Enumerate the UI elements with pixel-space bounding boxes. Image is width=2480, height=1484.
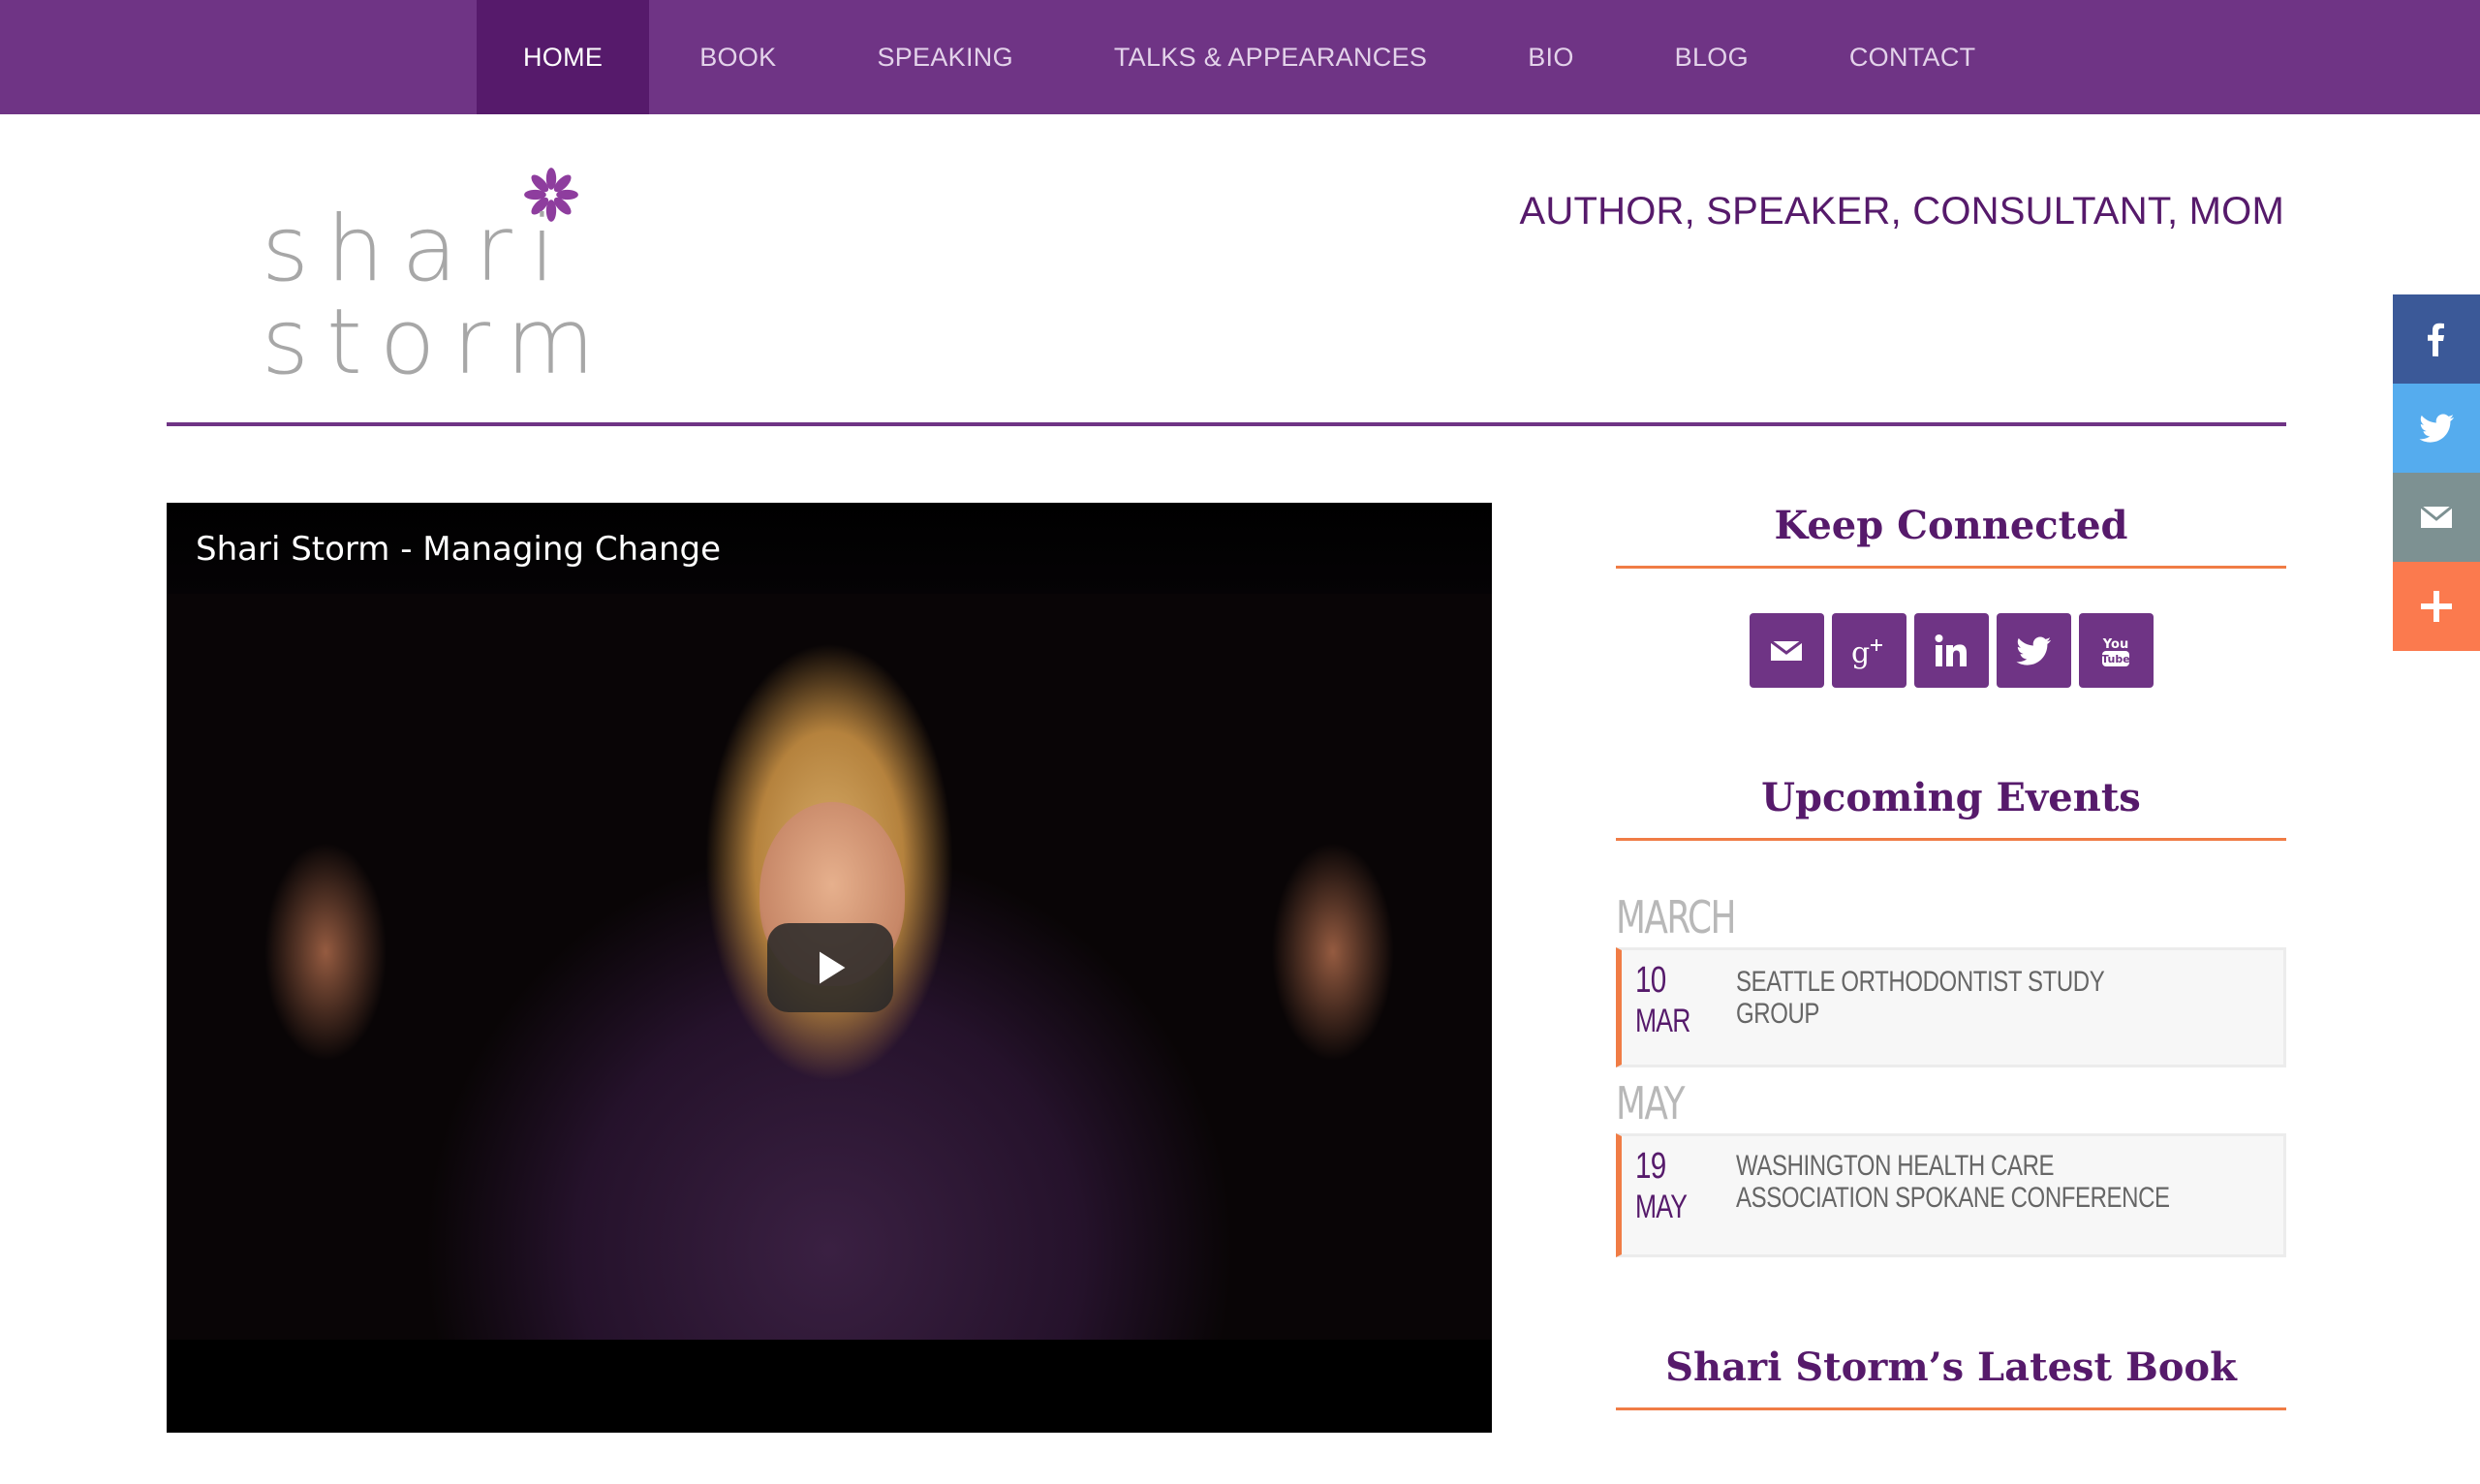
social-links: g You Tube	[1616, 613, 2286, 688]
video-player[interactable]: Shari Storm - Managing Change	[167, 503, 1492, 1433]
event-title[interactable]: SEATTLE ORTHODONTIST STUDY GROUP	[1736, 966, 2170, 1030]
event-item[interactable]: 10 MAR SEATTLE ORTHODONTIST STUDY GROUP	[1616, 947, 2286, 1067]
nav-item-blog[interactable]: BLOG	[1625, 0, 1799, 114]
keep-connected-title: Keep Connected	[1616, 503, 2286, 569]
social-linkedin-button[interactable]	[1913, 613, 1989, 688]
play-icon	[820, 951, 846, 984]
top-nav: HOME BOOK SPEAKING TALKS & APPEARANCES B…	[0, 0, 2480, 114]
site-tagline: AUTHOR, SPEAKER, CONSULTANT, MOM	[1519, 190, 2284, 232]
site-logo[interactable]: shari storm	[262, 165, 595, 389]
latest-book-title: Shari Storm’s Latest Book	[1616, 1345, 2286, 1410]
share-twitter-button[interactable]	[2393, 384, 2480, 473]
logo-line-1: shari	[262, 197, 573, 302]
event-month-heading: MARCH	[1616, 891, 1736, 943]
event-item[interactable]: 19 MAY WASHINGTON HEALTH CARE ASSOCIATIO…	[1616, 1133, 2286, 1257]
plus-icon	[2421, 591, 2452, 622]
nav-item-bio[interactable]: BIO	[1477, 0, 1624, 114]
nav-item-speaking[interactable]: SPEAKING	[826, 0, 1063, 114]
nav-item-talks-appearances[interactable]: TALKS & APPEARANCES	[1064, 0, 1477, 114]
email-icon	[2420, 505, 2453, 528]
event-day: 10	[1635, 960, 1666, 1001]
play-button[interactable]	[767, 923, 893, 1012]
latest-book-widget: Shari Storm’s Latest Book	[1616, 1345, 2286, 1410]
event-month-heading: MAY	[1616, 1077, 1686, 1129]
share-facebook-button[interactable]	[2393, 294, 2480, 384]
facebook-icon	[2428, 323, 2444, 356]
upcoming-events-widget: Upcoming Events MARCH 10 MAR SEATTLE ORT…	[1616, 775, 2286, 1257]
share-bar	[2393, 294, 2480, 651]
logo-text: shari storm	[262, 203, 612, 389]
svg-text:g: g	[1851, 636, 1870, 670]
header-divider	[167, 422, 2286, 426]
event-title[interactable]: WASHINGTON HEALTH CARE ASSOCIATION SPOKA…	[1736, 1150, 2170, 1214]
keep-connected-widget: Keep Connected g You Tube	[1616, 503, 2286, 688]
share-email-button[interactable]	[2393, 473, 2480, 562]
social-youtube-button[interactable]: You Tube	[2078, 613, 2154, 688]
logo-line-2: storm	[262, 290, 612, 395]
sidebar: Keep Connected g You Tube Upcoming Events…	[1616, 503, 2286, 1410]
event-month: MAR	[1635, 1003, 1690, 1039]
upcoming-events-title: Upcoming Events	[1616, 775, 2286, 841]
google-plus-icon: g	[1851, 636, 1882, 670]
nav-item-home[interactable]: HOME	[477, 0, 650, 114]
social-email-button[interactable]	[1749, 613, 1824, 688]
svg-text:Tube: Tube	[2101, 653, 2129, 665]
social-google-plus-button[interactable]: g	[1831, 613, 1906, 688]
linkedin-icon	[1935, 634, 1967, 666]
svg-text:You: You	[2102, 637, 2128, 652]
nav-item-book[interactable]: BOOK	[649, 0, 826, 114]
twitter-icon	[2419, 414, 2454, 443]
nav-item-contact[interactable]: CONTACT	[1799, 0, 2027, 114]
twitter-icon	[2016, 636, 2051, 665]
email-icon	[1770, 639, 1803, 661]
youtube-icon: YouTube	[2101, 637, 2130, 666]
nav-menu: HOME BOOK SPEAKING TALKS & APPEARANCES B…	[477, 0, 2026, 114]
social-twitter-button[interactable]	[1996, 613, 2071, 688]
video-title[interactable]: Shari Storm - Managing Change	[196, 530, 721, 569]
share-more-button[interactable]	[2393, 562, 2480, 651]
event-month: MAY	[1635, 1189, 1688, 1225]
event-day: 19	[1635, 1146, 1666, 1187]
